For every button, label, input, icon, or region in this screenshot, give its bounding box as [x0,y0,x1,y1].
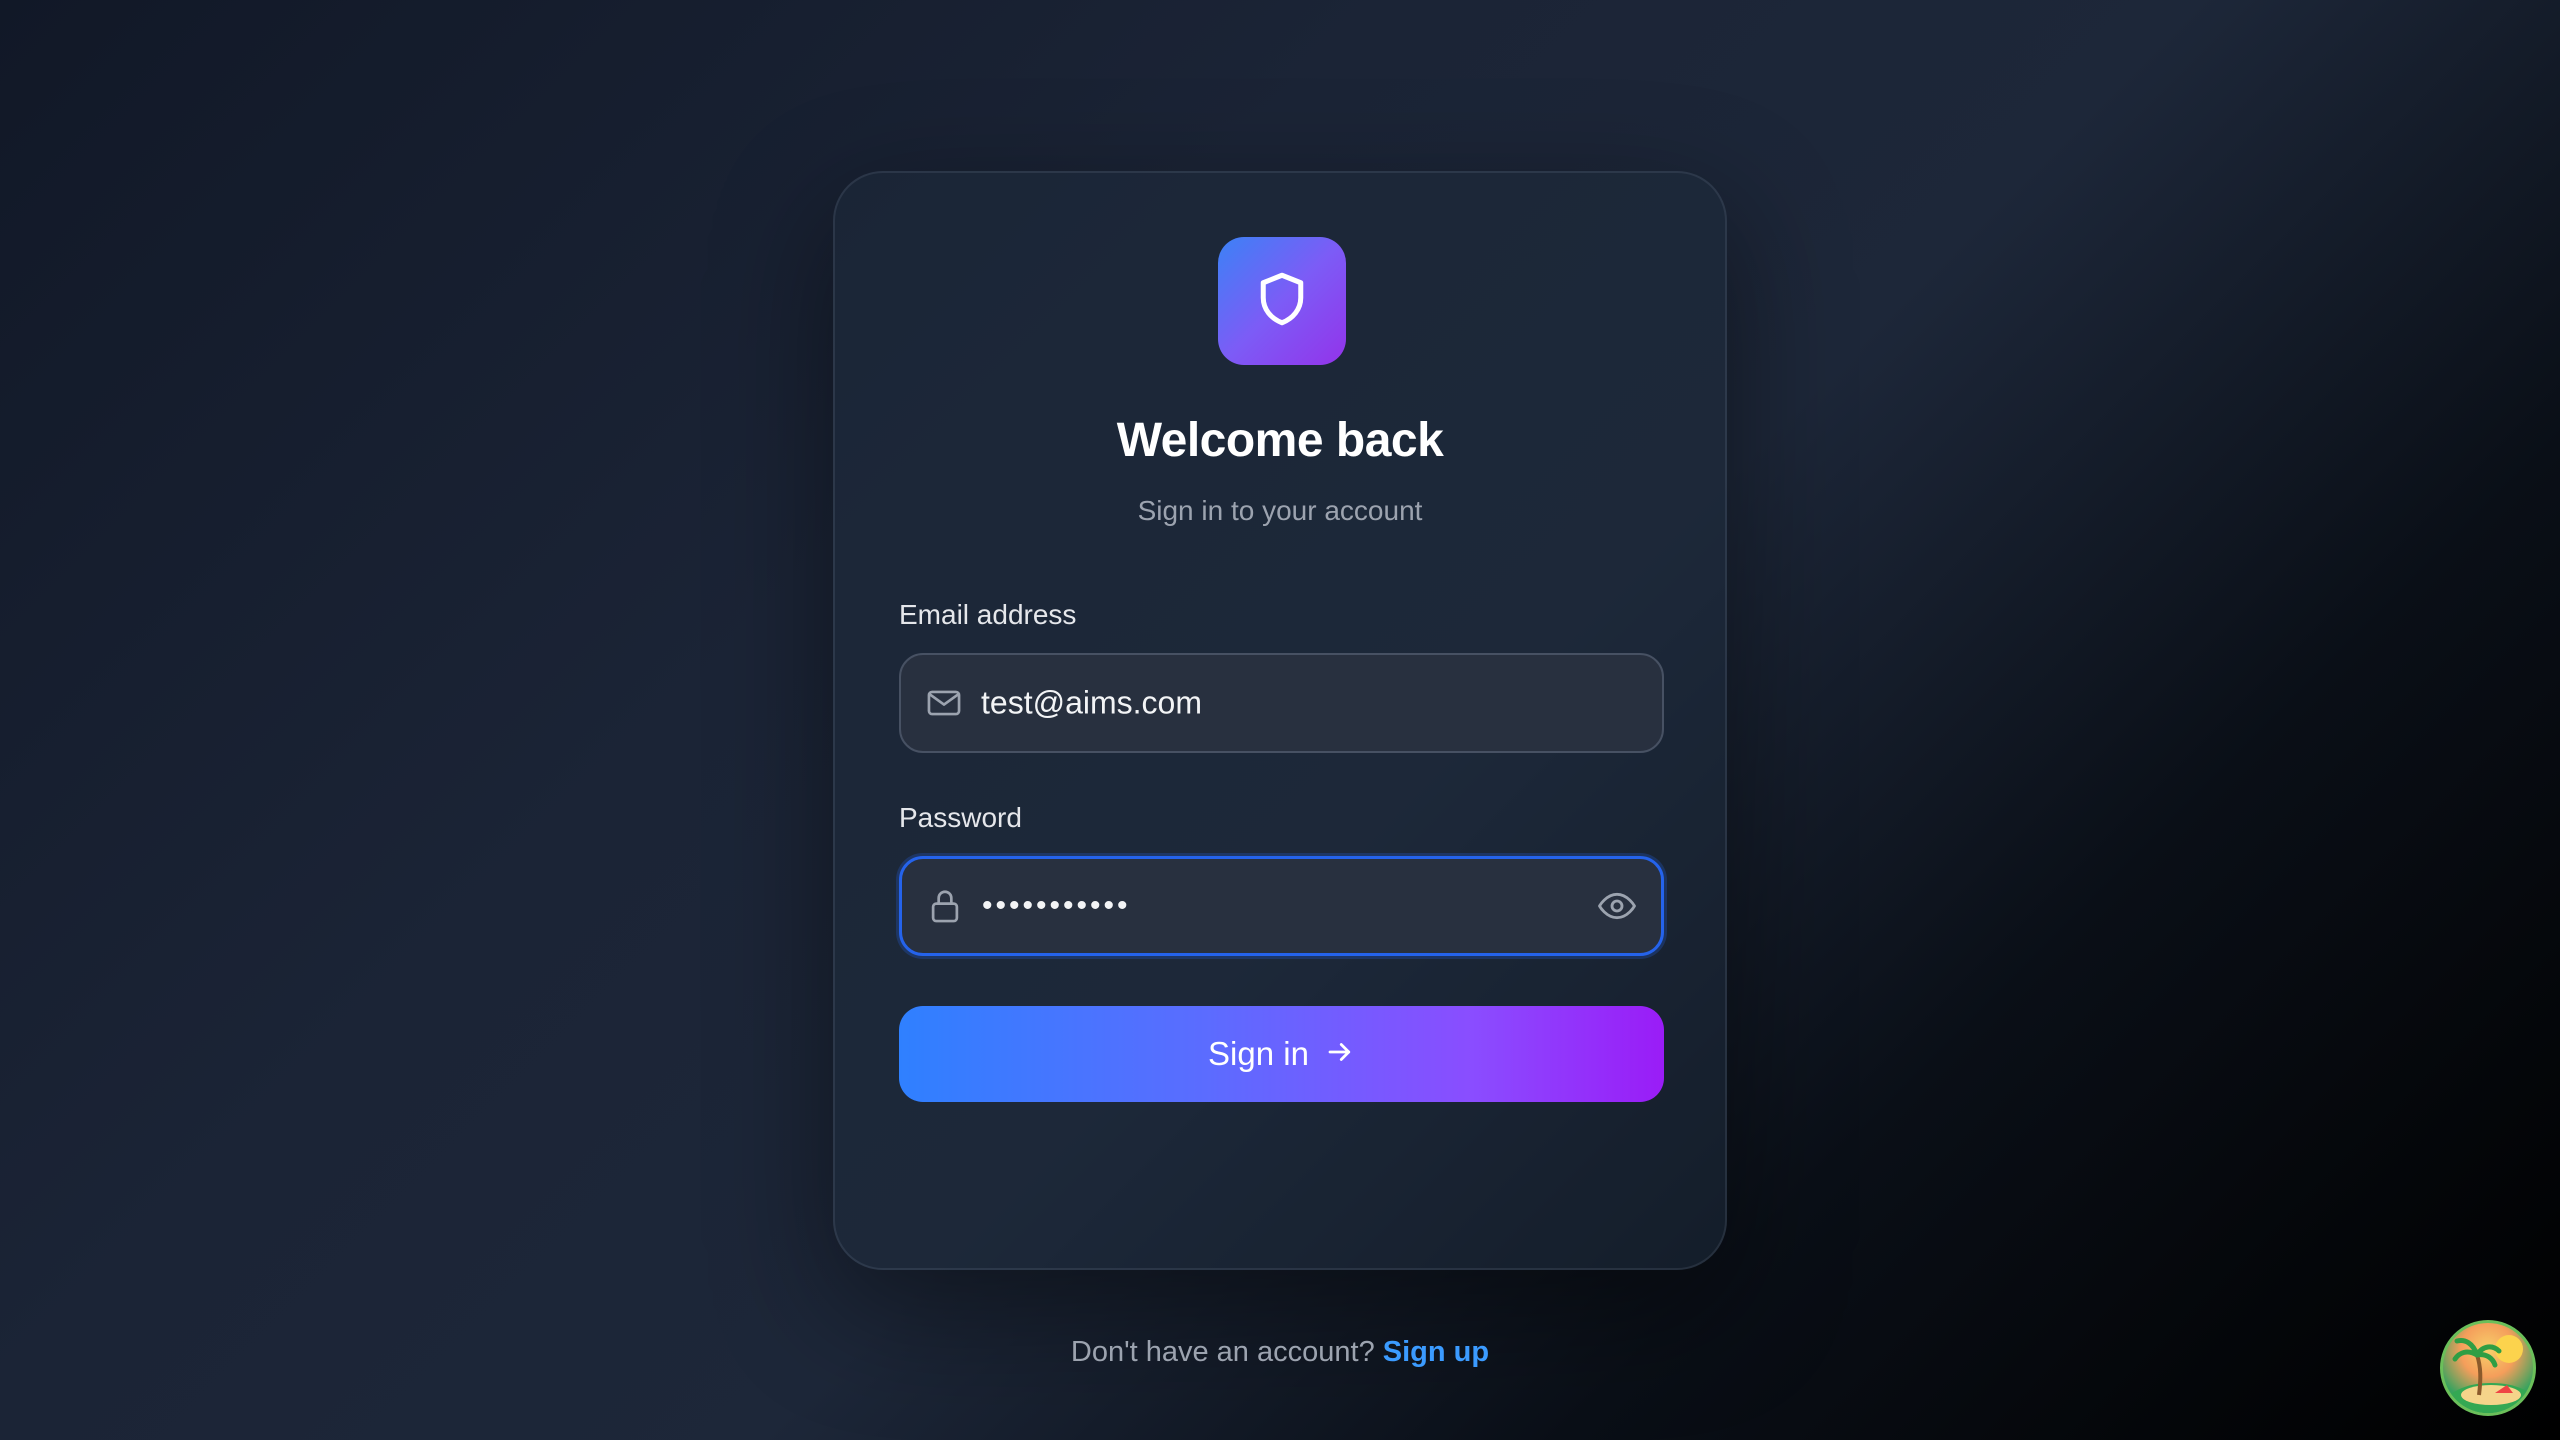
signup-prompt: Don't have an account? Sign up [835,1336,1725,1369]
password-label: Password [899,802,1022,833]
beach-island-icon[interactable] [2440,1320,2536,1416]
arrow-right-icon [1325,1037,1355,1072]
sign-in-label: Sign in [1208,1035,1309,1072]
eye-icon[interactable] [1595,884,1639,928]
email-field[interactable]: test@aims.com [899,653,1664,753]
page-subtitle: Sign in to your account [1137,495,1423,526]
email-value[interactable]: test@aims.com [981,685,1202,722]
password-value[interactable]: ••••••••••• [982,889,1131,923]
app-logo [1218,237,1346,365]
signup-prompt-text: Don't have an account? [1070,1336,1375,1368]
password-field[interactable]: ••••••••••• [899,856,1664,956]
sign-in-button[interactable]: Sign in [899,1006,1664,1102]
lock-icon [926,887,964,925]
email-label: Email address [899,599,1077,630]
sign-up-link[interactable]: Sign up [1383,1336,1489,1368]
mail-icon [925,684,963,722]
shield-icon [1252,269,1312,334]
login-card: Welcome back Sign in to your account Ema… [833,171,1727,1368]
page-title: Welcome back [1116,414,1444,467]
